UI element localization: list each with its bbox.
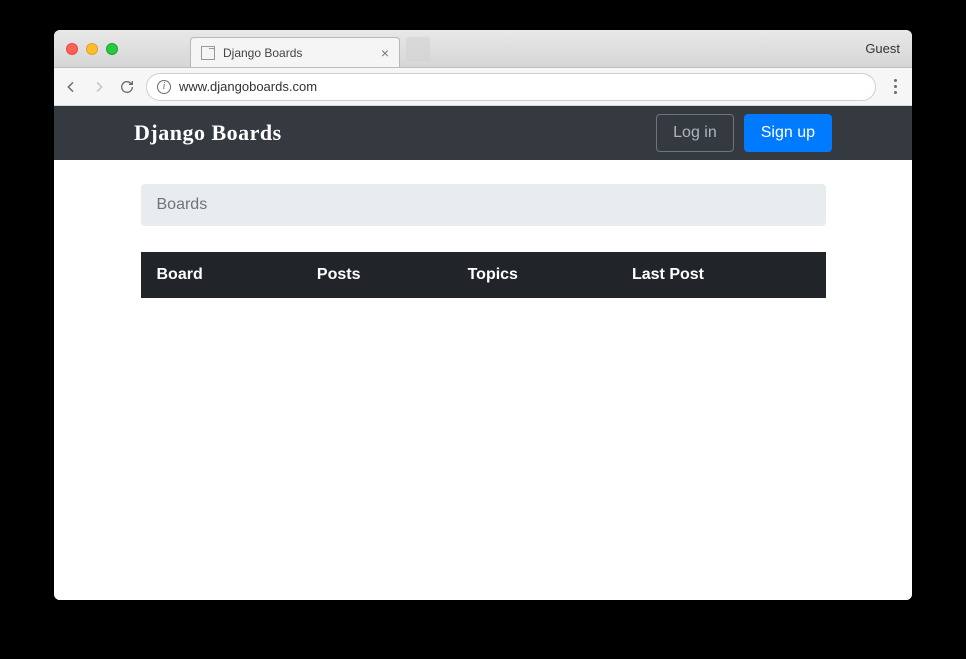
- browser-toolbar: i www.djangoboards.com: [54, 68, 912, 106]
- browser-menu-icon[interactable]: [886, 79, 904, 94]
- close-window-icon[interactable]: [66, 43, 78, 55]
- document-icon: [201, 46, 215, 60]
- col-posts: Posts: [305, 252, 456, 298]
- col-topics: Topics: [456, 252, 620, 298]
- boards-table: Board Posts Topics Last Post: [141, 252, 826, 298]
- login-button[interactable]: Log in: [656, 114, 734, 152]
- table-header: Board Posts Topics Last Post: [141, 252, 826, 298]
- site-navbar: Django Boards Log in Sign up: [54, 106, 912, 160]
- breadcrumb-item[interactable]: Boards: [157, 196, 208, 213]
- reload-icon[interactable]: [118, 78, 136, 96]
- signup-button[interactable]: Sign up: [744, 114, 832, 152]
- site-info-icon[interactable]: i: [157, 80, 171, 94]
- col-board: Board: [141, 252, 305, 298]
- tab-strip: Django Boards ×: [190, 30, 430, 67]
- tab-title: Django Boards: [223, 46, 302, 60]
- main-container: Boards Board Posts Topics Last Post: [131, 184, 836, 298]
- back-icon[interactable]: [62, 78, 80, 96]
- minimize-window-icon[interactable]: [86, 43, 98, 55]
- forward-icon[interactable]: [90, 78, 108, 96]
- page-viewport: Django Boards Log in Sign up Boards Boar…: [54, 106, 912, 600]
- maximize-window-icon[interactable]: [106, 43, 118, 55]
- browser-window: Django Boards × Guest i www.djangoboards…: [54, 30, 912, 600]
- col-last-post: Last Post: [620, 252, 826, 298]
- address-bar[interactable]: i www.djangoboards.com: [146, 73, 876, 101]
- close-tab-icon[interactable]: ×: [381, 46, 389, 60]
- url-text: www.djangoboards.com: [179, 79, 317, 94]
- profile-label[interactable]: Guest: [865, 41, 900, 56]
- brand-logo[interactable]: Django Boards: [134, 120, 282, 146]
- new-tab-button[interactable]: [406, 37, 430, 61]
- window-controls: [54, 43, 118, 55]
- nav-actions: Log in Sign up: [656, 114, 832, 152]
- browser-tab[interactable]: Django Boards ×: [190, 37, 400, 67]
- window-titlebar: Django Boards × Guest: [54, 30, 912, 68]
- breadcrumb: Boards: [141, 184, 826, 226]
